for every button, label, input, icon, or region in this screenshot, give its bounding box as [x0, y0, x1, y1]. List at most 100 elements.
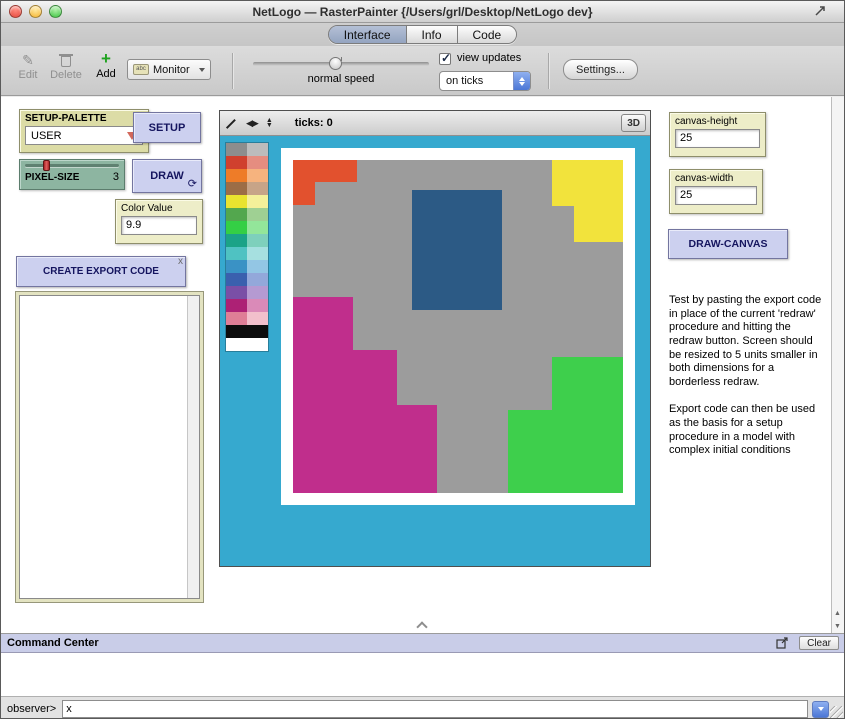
navy-shape	[412, 190, 502, 310]
view-updates-label: view updates	[457, 52, 521, 64]
origin-arrow-icon[interactable]	[226, 117, 238, 129]
draw-canvas-button[interactable]: DRAW-CANVAS	[668, 229, 788, 259]
tab-interface[interactable]: Interface	[329, 26, 407, 43]
toolbar: ✎ Edit Delete + Add abc Monitor normal s…	[1, 46, 844, 96]
edit-button-label: Edit	[19, 69, 38, 81]
note-text-1: Test by pasting the export code in place…	[669, 294, 825, 389]
toolbar-separator	[548, 53, 549, 89]
green-shape-bottom	[508, 410, 623, 493]
pixel-size-slider[interactable]: PIXEL-SIZE 3	[19, 159, 125, 190]
collapse-handle-icon[interactable]	[416, 621, 427, 632]
setup-button[interactable]: SETUP	[133, 112, 201, 143]
main-scrollbar[interactable]: ▲ ▼	[831, 97, 844, 633]
popout-icon[interactable]	[776, 637, 788, 649]
slider-value: 3	[113, 171, 119, 183]
chevron-down-icon	[199, 68, 205, 72]
palette-swatch-row[interactable]	[226, 208, 268, 221]
palette-swatch-row[interactable]	[226, 286, 268, 299]
zoom-button[interactable]	[49, 5, 62, 18]
world-view: ◀▶ ▲▼ ticks: 0 3D	[219, 110, 651, 567]
resize-grip[interactable]	[830, 706, 843, 719]
history-dropdown-button[interactable]	[812, 701, 829, 718]
tab-strip: Interface Info Code	[1, 23, 844, 46]
clear-button[interactable]: Clear	[799, 636, 839, 650]
view-updates-checkbox[interactable]	[439, 53, 451, 65]
palette-swatch-row[interactable]	[226, 312, 268, 325]
tab-code[interactable]: Code	[458, 26, 517, 43]
palette-swatch-row[interactable]	[226, 260, 268, 273]
update-mode-select[interactable]: on ticks	[439, 71, 531, 91]
draw-button[interactable]: DRAW ⟳	[132, 159, 202, 193]
magenta-shape-c	[293, 405, 437, 493]
title-bar[interactable]: NetLogo — RasterPainter {/Users/grl/Desk…	[1, 1, 844, 23]
toolbar-separator	[232, 53, 233, 89]
view-world[interactable]	[220, 136, 650, 566]
minimize-button[interactable]	[29, 5, 42, 18]
close-button[interactable]	[9, 5, 22, 18]
slider-thumb[interactable]	[43, 160, 50, 171]
monitor-widget-icon: abc	[133, 64, 149, 75]
speed-slider[interactable]	[253, 62, 429, 66]
draw-button-label: DRAW	[150, 170, 184, 182]
scroll-down-icon[interactable]: ▼	[831, 620, 844, 633]
scroll-up-icon[interactable]: ▲	[831, 607, 844, 620]
slider-groove[interactable]	[25, 164, 119, 167]
chooser-value-box[interactable]: USER	[25, 126, 143, 145]
canvas-width-monitor: canvas-width 25	[669, 169, 763, 214]
note-text-2: Export code can then be used as the basi…	[669, 403, 825, 458]
palette-swatch-row[interactable]	[226, 143, 268, 156]
plus-icon: +	[101, 52, 111, 66]
settings-button[interactable]: Settings...	[563, 59, 638, 80]
palette-swatch-row[interactable]	[226, 195, 268, 208]
monitor-label: canvas-width	[675, 173, 757, 184]
view-3d-button[interactable]: 3D	[621, 114, 646, 132]
chevron-down-icon	[818, 707, 824, 711]
palette-swatch-row[interactable]	[226, 234, 268, 247]
slider-label: PIXEL-SIZE	[25, 172, 79, 183]
speed-slider-thumb[interactable]	[329, 57, 342, 70]
command-center-output[interactable]	[1, 653, 844, 697]
widget-type-dropdown[interactable]: abc Monitor	[127, 59, 211, 80]
green-shape-top	[552, 357, 623, 410]
yellow-shape-bottom	[574, 206, 623, 242]
select-arrows-icon	[513, 72, 530, 90]
create-export-code-button[interactable]: CREATE EXPORT CODE	[16, 256, 186, 287]
command-center-header: Command Center Clear	[1, 634, 844, 653]
palette-swatch-row[interactable]	[226, 338, 268, 351]
palette-swatch-row[interactable]	[226, 273, 268, 286]
delete-button[interactable]: Delete	[47, 53, 85, 81]
speed-slider-label: normal speed	[253, 73, 429, 85]
main-tabs: Interface Info Code	[328, 25, 517, 44]
output-area[interactable]	[19, 295, 200, 599]
edit-button[interactable]: ✎ Edit	[11, 53, 45, 81]
monitor-label: canvas-height	[675, 116, 760, 127]
color-value-monitor: Color Value 9.9	[115, 199, 203, 244]
canvas-height-monitor: canvas-height 25	[669, 112, 766, 157]
create-export-code-wrap: CREATE EXPORT CODE x	[16, 256, 186, 287]
forever-icon: ⟳	[188, 177, 197, 190]
export-close-marker[interactable]: x	[178, 256, 183, 267]
add-button[interactable]: + Add	[91, 52, 121, 80]
expand-window-icon[interactable]	[814, 5, 826, 17]
view-header: ◀▶ ▲▼ ticks: 0 3D	[220, 111, 650, 136]
note-widget: Test by pasting the export code in place…	[669, 294, 825, 458]
palette-swatch-row[interactable]	[226, 156, 268, 169]
command-input[interactable]	[62, 700, 808, 718]
add-button-label: Add	[96, 68, 116, 80]
tab-info[interactable]: Info	[407, 26, 458, 43]
palette-swatch-row[interactable]	[226, 169, 268, 182]
horizontal-arrows-icon[interactable]: ◀▶	[246, 118, 258, 128]
vertical-arrows-icon[interactable]: ▲▼	[266, 118, 273, 128]
palette-swatch-row[interactable]	[226, 299, 268, 312]
trash-icon	[61, 56, 71, 67]
palette-swatch-row[interactable]	[226, 221, 268, 234]
output-scrollbar[interactable]	[187, 296, 199, 598]
color-palette-strip	[226, 143, 268, 351]
palette-swatch-row[interactable]	[226, 247, 268, 260]
palette-swatch-row[interactable]	[226, 325, 268, 338]
widget-type-value: Monitor	[153, 64, 190, 76]
palette-swatch-row[interactable]	[226, 182, 268, 195]
setup-palette-chooser[interactable]: SETUP-PALETTE USER	[19, 109, 149, 153]
painted-canvas[interactable]	[293, 160, 623, 493]
output-widget	[15, 291, 204, 603]
